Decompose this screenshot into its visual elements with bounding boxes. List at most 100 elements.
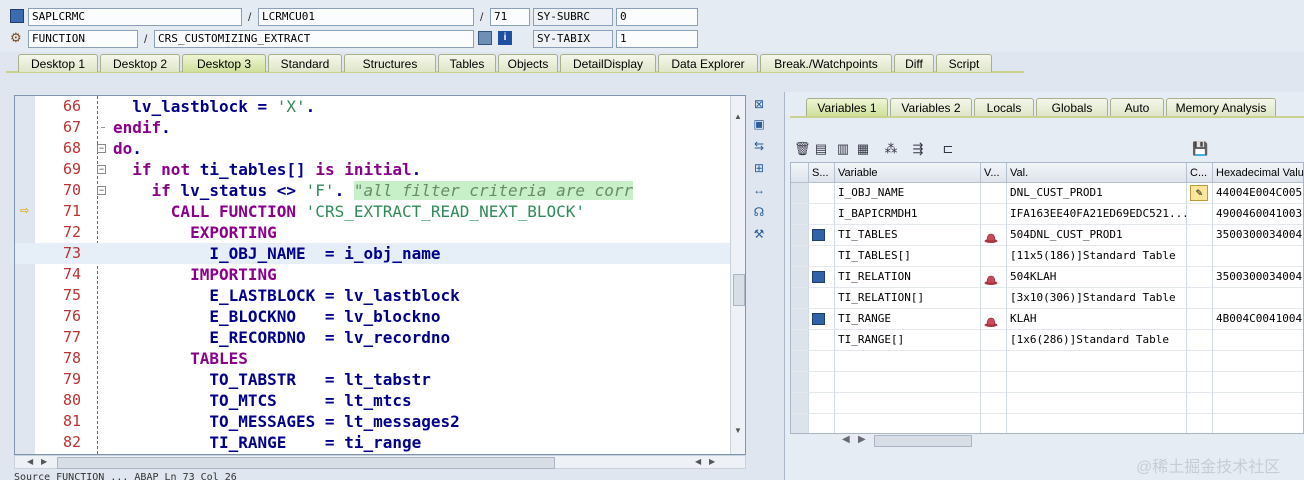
- program-field[interactable]: SAPLCRMC: [28, 8, 242, 26]
- row-selector[interactable]: [791, 183, 809, 204]
- grid-scroll-left[interactable]: ◀: [842, 434, 850, 445]
- hat-icon[interactable]: [984, 272, 998, 285]
- grid-header-4[interactable]: Val.: [1007, 163, 1187, 183]
- code-line[interactable]: 77 E_RECORDNO = lv_recordno: [15, 327, 731, 348]
- row-selector[interactable]: [791, 246, 809, 267]
- hat-icon[interactable]: [984, 314, 998, 327]
- code-line[interactable]: 67 endif.: [15, 117, 731, 138]
- sysubrc-value[interactable]: 0: [616, 8, 698, 26]
- new-window-icon[interactable]: ▣: [752, 117, 766, 131]
- tab-desktop-3[interactable]: Desktop 3: [182, 54, 266, 72]
- code-line[interactable]: 71 ⇨ CALL FUNCTION 'CRS_EXTRACT_READ_NEXT…: [15, 201, 731, 222]
- variables-tab-variables-1[interactable]: Variables 1: [806, 98, 888, 116]
- tab-objects[interactable]: Objects: [498, 54, 558, 72]
- variables-grid[interactable]: S... Variable V... Val. C... Hexadecimal Valu…: [790, 162, 1304, 434]
- scroll-left-arrow[interactable]: ◀: [27, 456, 33, 468]
- code-line[interactable]: 68 − do.: [15, 138, 731, 159]
- document-edit-icon[interactable]: ▥: [835, 141, 851, 157]
- grid-header-5[interactable]: C...: [1187, 163, 1213, 183]
- columns-icon[interactable]: ⁂: [883, 141, 899, 157]
- hat-icon[interactable]: [984, 230, 998, 243]
- code-line[interactable]: 81 TO_MESSAGES = lt_messages2: [15, 411, 731, 432]
- code-line[interactable]: 73 I_OBJ_NAME = i_obj_name: [15, 243, 731, 264]
- scroll-thumb[interactable]: [733, 274, 745, 306]
- navigate-arrow-icon[interactable]: ⇶: [910, 141, 926, 157]
- code-line[interactable]: 80 TO_MTCS = lt_mtcs: [15, 390, 731, 411]
- grid-scroll-thumb[interactable]: [874, 435, 972, 447]
- tab-script[interactable]: Script: [936, 54, 992, 72]
- grid-header-3[interactable]: V...: [981, 163, 1007, 183]
- tab-desktop-2[interactable]: Desktop 2: [100, 54, 180, 72]
- grid-header-0[interactable]: [791, 163, 809, 183]
- row-selector[interactable]: [791, 330, 809, 351]
- pencil-icon[interactable]: ✎: [1190, 185, 1208, 201]
- variables-tab-auto[interactable]: Auto: [1110, 98, 1164, 116]
- navigate-icon[interactable]: [478, 31, 492, 45]
- code-line[interactable]: 69 − if not ti_tables[] is initial.: [15, 159, 731, 180]
- source-code-editor[interactable]: 66 lv_lastblock = 'X'. 67 endif. 68− do. 69− …: [14, 95, 746, 455]
- include-field[interactable]: LCRMCU01: [258, 8, 474, 26]
- info-icon[interactable]: i: [498, 31, 512, 45]
- scroll-left-arrow-2[interactable]: ◀: [695, 456, 701, 468]
- sytabix-value[interactable]: 1: [616, 30, 698, 48]
- delete-icon[interactable]: 🗑: [794, 141, 811, 157]
- row-selector[interactable]: [791, 393, 809, 414]
- tab-diff[interactable]: Diff: [894, 54, 934, 72]
- scroll-down-arrow[interactable]: ▼: [734, 426, 742, 435]
- grid-horizontal-scrollbar[interactable]: ◀ ▶: [836, 434, 1176, 450]
- row-selector[interactable]: [791, 414, 809, 433]
- grid-scroll-right[interactable]: ▶: [858, 434, 866, 445]
- resize-icon[interactable]: ↔: [752, 183, 766, 197]
- tool-icon[interactable]: ⚒: [752, 227, 766, 241]
- grid-header-2[interactable]: Variable: [835, 163, 981, 183]
- code-line[interactable]: 82 TI_RANGE = ti_range: [15, 432, 731, 453]
- variables-tab-memory-analysis[interactable]: Memory Analysis: [1166, 98, 1276, 116]
- fold-toggle-icon[interactable]: −: [97, 165, 106, 174]
- code-line[interactable]: 78 TABLES: [15, 348, 731, 369]
- fold-toggle-icon[interactable]: −: [97, 186, 106, 195]
- variables-tab-locals[interactable]: Locals: [974, 98, 1034, 116]
- scroll-right-arrow-2[interactable]: ▶: [709, 456, 715, 468]
- variables-tab-globals[interactable]: Globals: [1036, 98, 1108, 116]
- code-line[interactable]: 79 TO_TABSTR = lt_tabstr: [15, 369, 731, 390]
- swap-icon[interactable]: ⇆: [752, 139, 766, 153]
- grid-header-1[interactable]: S...: [809, 163, 835, 183]
- code-line[interactable]: 74 IMPORTING: [15, 264, 731, 285]
- row-selector[interactable]: [791, 309, 809, 330]
- code-line[interactable]: 75 E_LASTBLOCK = lv_lastblock: [15, 285, 731, 306]
- row-selector[interactable]: [791, 288, 809, 309]
- code-horizontal-scrollbar[interactable]: ◀ ▶ ◀ ▶: [14, 455, 746, 469]
- tab-desktop-1[interactable]: Desktop 1: [18, 54, 98, 72]
- line-field[interactable]: 71: [490, 8, 530, 26]
- code-line[interactable]: 70 − if lv_status <> 'F'. "all filter cri…: [15, 180, 731, 201]
- headset-icon[interactable]: ☊: [752, 205, 766, 219]
- save-icon[interactable]: 💾: [1192, 141, 1208, 157]
- tab-standard[interactable]: Standard: [268, 54, 342, 72]
- maximize-icon[interactable]: ⊞: [752, 161, 766, 175]
- tab-tables[interactable]: Tables: [438, 54, 496, 72]
- code-line[interactable]: 66 lv_lastblock = 'X'.: [15, 96, 731, 117]
- scroll-up-arrow[interactable]: ▲: [734, 112, 742, 121]
- event-type-field[interactable]: FUNCTION: [28, 30, 138, 48]
- hscroll-thumb[interactable]: [57, 457, 555, 469]
- event-name-field[interactable]: CRS_CUSTOMIZING_EXTRACT: [154, 30, 474, 48]
- row-selector[interactable]: [791, 351, 809, 372]
- row-selector[interactable]: [791, 204, 809, 225]
- tab-structures[interactable]: Structures: [344, 54, 436, 72]
- change-value-cell[interactable]: ✎: [1187, 183, 1213, 204]
- scroll-right-arrow[interactable]: ▶: [41, 456, 47, 468]
- save-local-icon[interactable]: ▦: [855, 141, 871, 157]
- tab-break-watchpoints[interactable]: Break./Watchpoints: [760, 54, 892, 72]
- code-line[interactable]: 76 E_BLOCKNO = lv_blockno: [15, 306, 731, 327]
- code-line[interactable]: 72 EXPORTING: [15, 222, 731, 243]
- folder-icon[interactable]: ⊏: [940, 141, 956, 157]
- tab-data-explorer[interactable]: Data Explorer: [658, 54, 758, 72]
- fold-toggle-icon[interactable]: −: [97, 144, 106, 153]
- document-icon[interactable]: ▤: [813, 141, 829, 157]
- grid-header-6[interactable]: Hexadecimal Valu: [1213, 163, 1303, 183]
- close-icon[interactable]: ⊠: [752, 97, 766, 111]
- row-selector[interactable]: [791, 267, 809, 288]
- tab-detaildisplay[interactable]: DetailDisplay: [560, 54, 656, 72]
- row-selector[interactable]: [791, 372, 809, 393]
- row-selector[interactable]: [791, 225, 809, 246]
